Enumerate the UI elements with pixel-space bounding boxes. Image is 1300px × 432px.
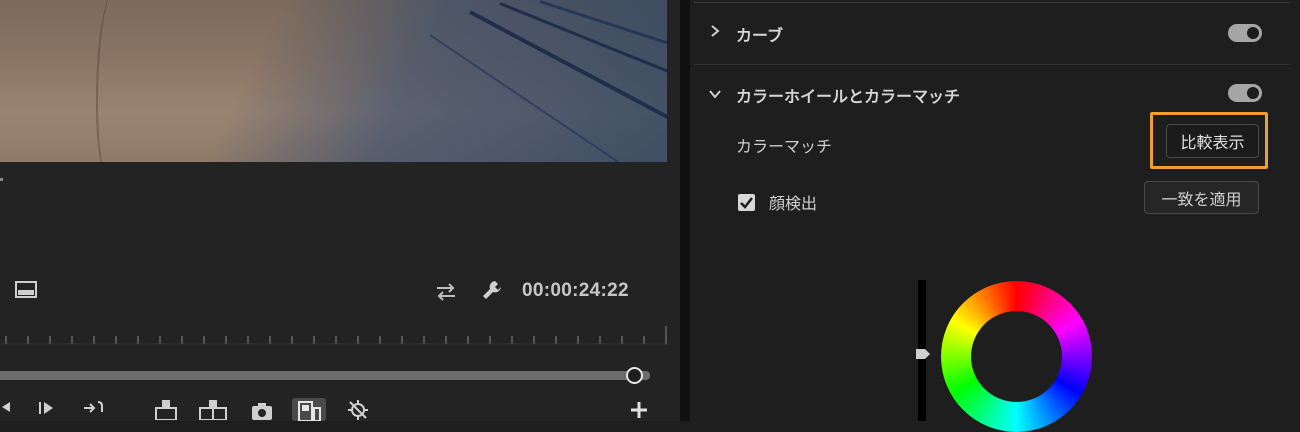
section-enable-toggle[interactable] <box>1228 24 1262 42</box>
playhead-scrubber[interactable] <box>0 366 668 386</box>
comparison-view-button[interactable]: 比較表示 <box>1166 124 1259 158</box>
color-match-label: カラーマッチ <box>736 137 833 156</box>
lumetri-color-panel: カーブ カラーホイールとカラーマッチ カラーマッチ 比較表示 顔検出 一致を適用 <box>690 0 1300 432</box>
slider-thumb-icon[interactable] <box>915 348 931 360</box>
chevron-down-icon <box>709 90 721 99</box>
program-monitor: 00:00:24:22 <box>0 0 680 421</box>
go-to-out-icon[interactable] <box>82 398 108 421</box>
transport-controls <box>0 398 680 421</box>
video-preview <box>0 0 667 162</box>
face-detection-option[interactable]: 顔検出 <box>738 191 817 213</box>
chevron-right-icon <box>711 25 720 37</box>
disable-effects-icon[interactable] <box>346 398 372 421</box>
section-curves[interactable]: カーブ <box>690 5 1300 63</box>
scrubber-track <box>0 371 650 380</box>
section-title: カラーホイールとカラーマッチ <box>736 87 961 106</box>
panel-divider[interactable] <box>680 0 690 421</box>
loop-icon[interactable] <box>434 280 458 302</box>
safe-margins-icon[interactable] <box>15 280 37 300</box>
camera-icon[interactable] <box>250 398 274 421</box>
apply-match-button[interactable]: 一致を適用 <box>1144 181 1259 214</box>
add-icon[interactable] <box>628 398 650 421</box>
section-title: カーブ <box>736 26 784 45</box>
checkmark-icon <box>740 196 753 209</box>
face-detection-label: 顔検出 <box>769 194 818 213</box>
wrench-icon[interactable] <box>480 278 504 302</box>
timecode-display[interactable]: 00:00:24:22 <box>522 280 629 302</box>
lift-icon[interactable] <box>152 398 180 421</box>
playhead-handle[interactable] <box>626 367 643 384</box>
time-ruler[interactable] <box>0 322 668 348</box>
color-wheel[interactable] <box>941 281 1092 432</box>
edge-marker <box>0 178 3 181</box>
face-detection-checkbox[interactable] <box>738 193 755 211</box>
step-forward-icon[interactable] <box>36 398 58 421</box>
comparison-view-icon[interactable] <box>292 398 326 421</box>
step-back-icon[interactable] <box>0 398 14 421</box>
section-enable-toggle[interactable] <box>1228 84 1262 102</box>
extract-icon[interactable] <box>198 398 228 421</box>
